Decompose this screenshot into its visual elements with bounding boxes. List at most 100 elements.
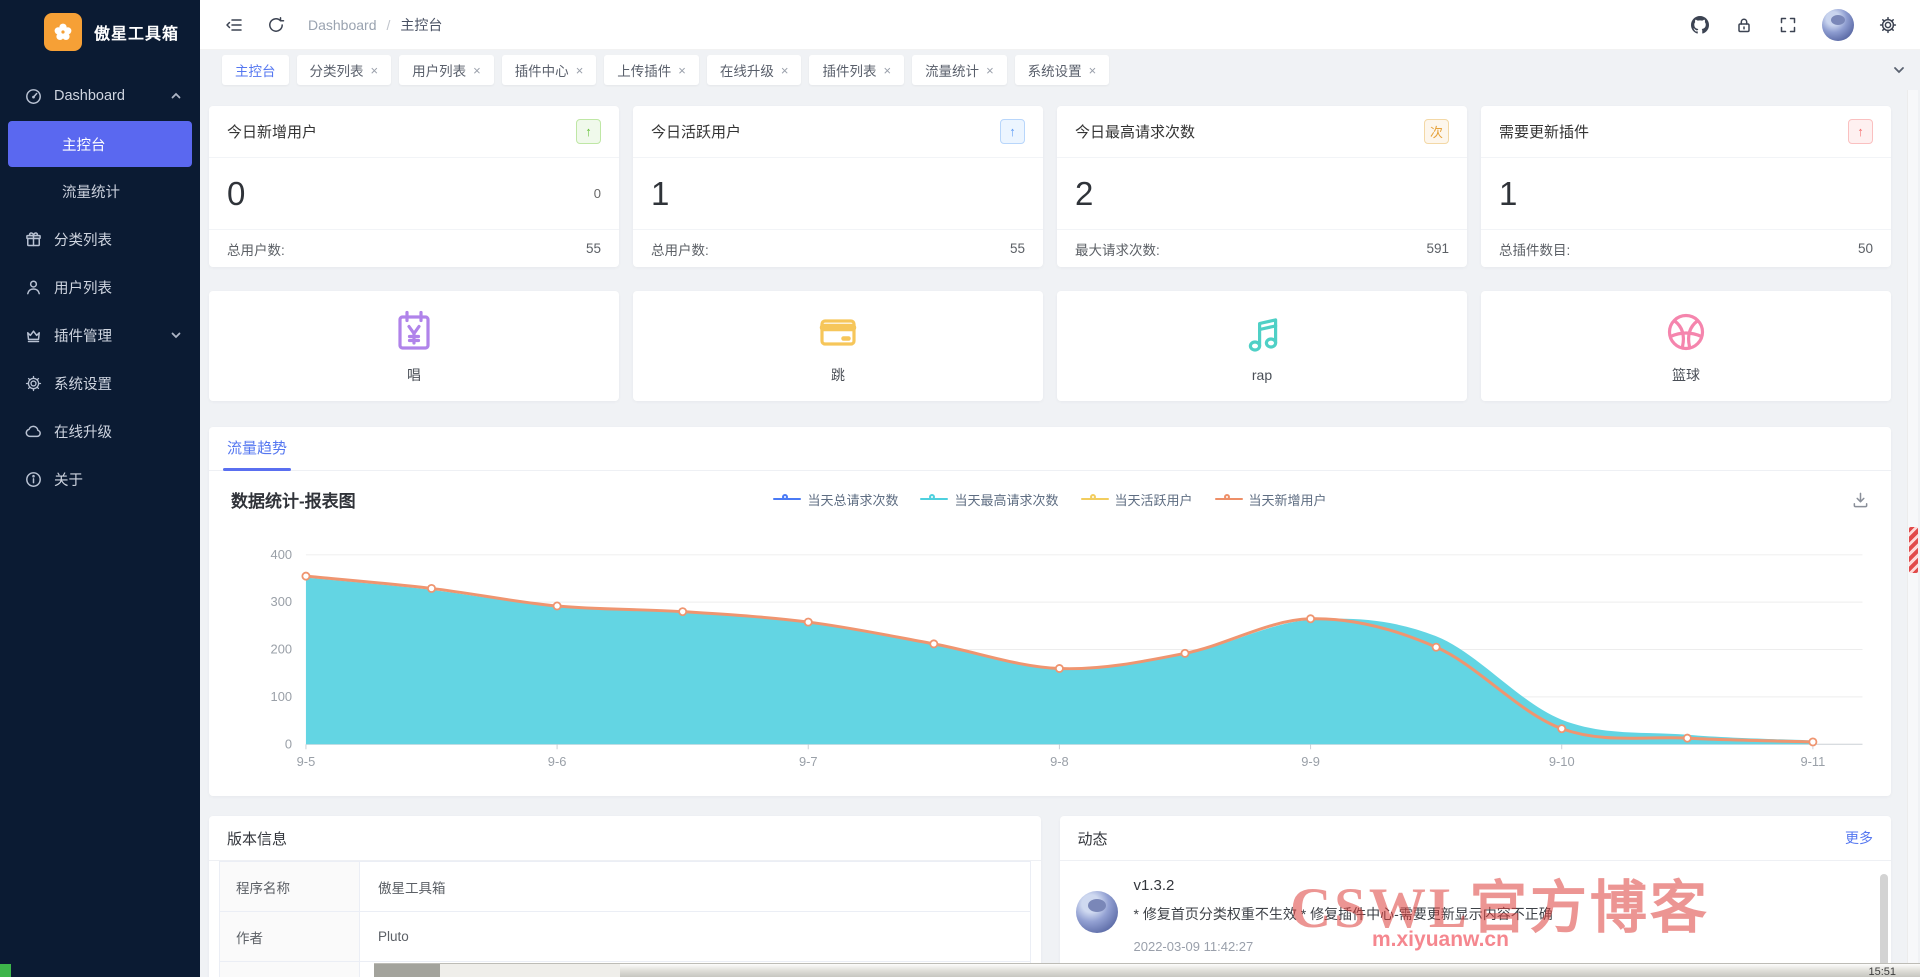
svg-text:9-7: 9-7 <box>799 754 818 769</box>
sidebar-item-about[interactable]: 关于 <box>0 455 200 503</box>
sidebar: 傲星工具箱 Dashboard 主控台 流量统计 分类列表 用户列表 插件管理 … <box>0 0 200 977</box>
feature-card-jump[interactable]: 跳 <box>633 291 1043 401</box>
close-icon[interactable]: × <box>371 64 379 77</box>
tab-user-list[interactable]: 用户列表 × <box>399 55 494 85</box>
close-icon[interactable]: × <box>678 64 686 77</box>
refresh-icon[interactable] <box>266 15 286 35</box>
tab-system-settings[interactable]: 系统设置 × <box>1014 55 1110 85</box>
settings-gear-icon[interactable] <box>1878 15 1898 35</box>
user-icon <box>24 278 42 296</box>
sidebar-item-category-list[interactable]: 分类列表 <box>0 215 200 263</box>
sidebar-item-online-upgrade[interactable]: 在线升级 <box>0 407 200 455</box>
version-info-card: 版本信息 程序名称 傲星工具箱 作者 Pluto <box>209 816 1041 977</box>
close-icon[interactable]: × <box>781 64 789 77</box>
chevron-down-icon <box>170 329 182 341</box>
tab-category-list[interactable]: 分类列表 × <box>296 55 392 85</box>
stat-footer-label: 最大请求次数: <box>1075 242 1160 258</box>
stat-footer-label: 总插件数目: <box>1499 242 1571 258</box>
close-icon[interactable]: × <box>1089 64 1097 77</box>
stat-title: 今日活跃用户 <box>651 124 742 141</box>
sidebar-item-console[interactable]: 主控台 <box>8 121 192 167</box>
feature-card-rap[interactable]: rap <box>1057 291 1467 401</box>
traffic-trend-panel: 流量趋势 数据统计-报表图 当天总请求次数 当天最高请求次数 当天活跃用户 当天… <box>209 427 1891 796</box>
table-row-label: 程序名称 <box>220 862 360 911</box>
sidebar-item-label: 系统设置 <box>54 376 112 393</box>
page-scrollbar-thumb[interactable] <box>1909 527 1918 573</box>
gift-icon <box>24 230 42 248</box>
sidebar-item-system-settings[interactable]: 系统设置 <box>0 359 200 407</box>
stat-card-new-users: 今日新增用户 ↑ 0 0 总用户数: 55 <box>209 106 619 267</box>
main-area: Dashboard / 主控台 主控台 分类列表 × 用户列表 × 插件中心 ×… <box>200 0 1920 977</box>
activity-card-title: 动态 <box>1077 830 1108 848</box>
close-icon[interactable]: × <box>576 64 584 77</box>
activity-card: 动态 更多 v1.3.2 * 修复首页分类权重不生效 * 修复插件中心-需要更新… <box>1059 816 1891 977</box>
fullscreen-icon[interactable] <box>1778 15 1798 35</box>
collapse-sidebar-icon[interactable] <box>224 15 244 35</box>
legend-item-active-users[interactable]: 当天活跃用户 <box>1080 490 1193 509</box>
sidebar-item-label: 在线升级 <box>54 424 112 441</box>
svg-text:9-6: 9-6 <box>548 754 567 769</box>
app-logo-icon <box>44 13 82 51</box>
tab-label: 插件中心 <box>514 64 569 79</box>
activity-version: v1.3.2 <box>1133 877 1175 894</box>
tab-traffic-stats[interactable]: 流量统计 × <box>912 55 1007 85</box>
stat-footer-value: 55 <box>585 241 601 256</box>
stat-footer-label: 总用户数: <box>651 242 709 258</box>
tab-label: 上传插件 <box>617 64 672 79</box>
page-scrollbar-track[interactable] <box>1907 90 1918 963</box>
github-icon[interactable] <box>1690 15 1710 35</box>
stat-value: 0 <box>227 174 246 212</box>
stat-card-plugins-to-update: 需要更新插件 ↑ 1 总插件数目: 50 <box>1481 106 1891 267</box>
stat-value: 1 <box>1499 174 1518 212</box>
table-row: 作者 Pluto <box>220 912 1030 962</box>
stat-value: 2 <box>1075 174 1094 212</box>
activity-list-item[interactable]: v1.3.2 * 修复首页分类权重不生效 * 修复插件中心-需要更新显示内容不正… <box>1059 861 1891 971</box>
tab-label: 分类列表 <box>309 64 364 79</box>
tab-plugin-center[interactable]: 插件中心 × <box>501 55 597 85</box>
close-icon[interactable]: × <box>883 64 891 77</box>
svg-text:9-10: 9-10 <box>1549 754 1575 769</box>
sidebar-item-traffic-stats[interactable]: 流量统计 <box>8 168 192 214</box>
tab-console[interactable]: 主控台 <box>222 55 289 85</box>
topbar: Dashboard / 主控台 <box>200 0 1920 50</box>
stat-cards-row: 今日新增用户 ↑ 0 0 总用户数: 55 今日活跃用户 ↑ 1 总用户数: 55 今日最… <box>209 106 1891 267</box>
feature-card-basketball[interactable]: 篮球 <box>1481 291 1891 401</box>
chart-legend: 当天总请求次数 当天最高请求次数 当天活跃用户 当天新增用户 <box>773 490 1327 509</box>
download-icon[interactable] <box>1852 491 1869 508</box>
legend-label: 当天新增用户 <box>1248 492 1327 508</box>
legend-marker <box>920 494 949 504</box>
app-logo: 傲星工具箱 <box>0 0 200 64</box>
breadcrumb-root[interactable]: Dashboard <box>308 17 377 33</box>
close-icon[interactable]: × <box>473 64 481 77</box>
close-icon[interactable]: × <box>986 64 994 77</box>
legend-item-max-requests[interactable]: 当天最高请求次数 <box>920 490 1059 509</box>
activity-avatar <box>1075 891 1118 933</box>
sidebar-item-user-list[interactable]: 用户列表 <box>0 263 200 311</box>
activity-scrollbar-thumb[interactable] <box>1880 874 1888 970</box>
legend-item-new-users[interactable]: 当天新增用户 <box>1214 490 1327 509</box>
tabs-expand-chevron-down-icon[interactable] <box>1892 63 1906 77</box>
lock-icon[interactable] <box>1734 15 1754 35</box>
crown-icon <box>24 326 42 344</box>
sidebar-item-plugin-management[interactable]: 插件管理 <box>0 311 200 359</box>
sidebar-item-dashboard[interactable]: Dashboard <box>0 72 200 120</box>
feature-card-sing[interactable]: 唱 <box>209 291 619 401</box>
topbar-actions <box>1690 8 1898 41</box>
breadcrumb-current: 主控台 <box>400 16 443 33</box>
legend-item-total-requests[interactable]: 当天总请求次数 <box>773 490 898 509</box>
stat-card-active-users: 今日活跃用户 ↑ 1 总用户数: 55 <box>633 106 1043 267</box>
tab-plugin-list[interactable]: 插件列表 × <box>809 55 905 85</box>
tab-upload-plugin[interactable]: 上传插件 × <box>604 55 699 85</box>
table-row: 程序名称 傲星工具箱 <box>220 862 1030 912</box>
traffic-area-chart[interactable]: 0 100 200 300 400 9-5 9-6 9-7 9-8 9-9 9-10 9-11 <box>209 527 1891 796</box>
user-avatar[interactable] <box>1822 8 1854 41</box>
activity-body: v1.3.2 * 修复首页分类权重不生效 * 修复插件中心-需要更新显示内容不正… <box>1134 877 1862 954</box>
up-arrow-badge: ↑ <box>576 119 601 144</box>
tab-online-upgrade[interactable]: 在线升级 × <box>706 55 802 85</box>
stat-title: 今日最高请求次数 <box>1075 124 1196 141</box>
more-link[interactable]: 更多 <box>1845 828 1873 848</box>
legend-marker <box>1214 494 1243 504</box>
stat-title: 今日新增用户 <box>227 124 318 141</box>
bottom-cards-row: 版本信息 程序名称 傲星工具箱 作者 Pluto 动态 更多 v1.3.2 * … <box>209 816 1891 977</box>
tab-traffic-trend[interactable]: 流量趋势 <box>223 437 292 471</box>
